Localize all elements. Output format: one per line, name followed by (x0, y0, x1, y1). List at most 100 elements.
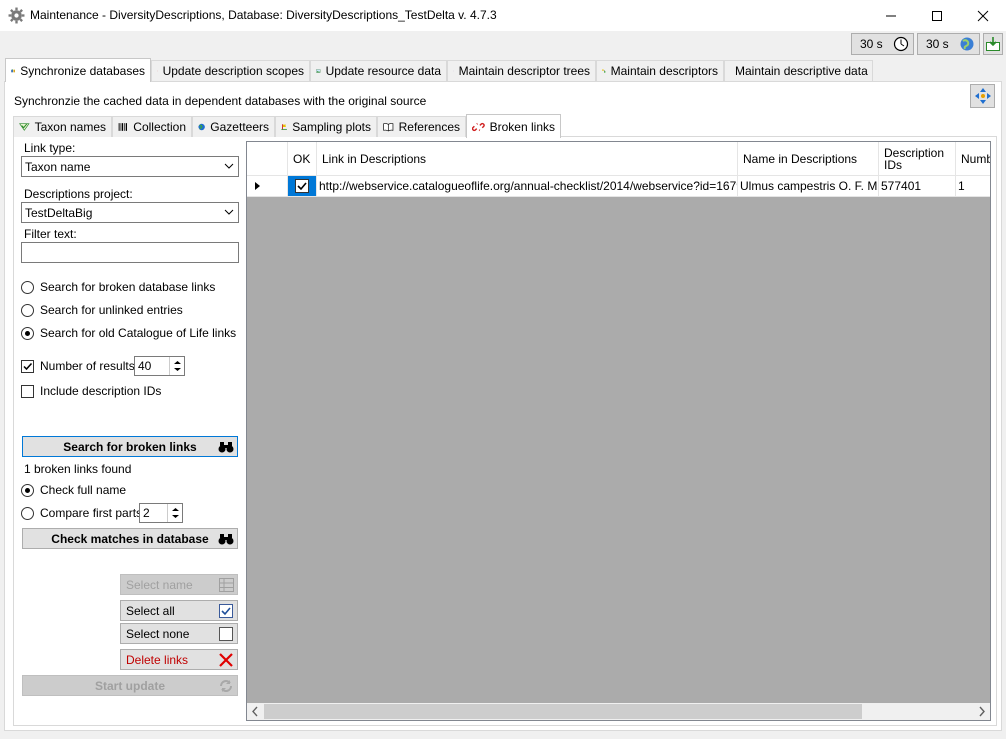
column-header-ids[interactable]: Description IDs (879, 142, 956, 176)
stepper-arrows-icon (172, 508, 179, 518)
svg-text:x: x (604, 70, 605, 72)
book-icon (383, 123, 394, 132)
checkbox-checked-icon (219, 604, 233, 618)
ok-checkbox-cell[interactable] (288, 176, 317, 197)
minimize-icon (886, 15, 896, 16)
tab-maintain-descriptor-trees[interactable]: Maintain descriptor trees (447, 60, 596, 81)
tab-collection[interactable]: Collection (112, 116, 192, 137)
chevron-right-icon (979, 706, 985, 717)
window-title: Maintenance - DiversityDescriptions, Dat… (30, 8, 497, 22)
close-icon (977, 10, 989, 21)
radio-broken-db-links[interactable]: Search for broken database links (21, 280, 215, 294)
row-pointer-icon (255, 182, 260, 190)
delete-links-button[interactable]: Delete links (120, 649, 238, 670)
column-header-ok[interactable]: OK (288, 142, 317, 176)
column-header-number[interactable]: Numb (956, 142, 990, 176)
title-bar: Maintenance - DiversityDescriptions, Dat… (0, 0, 1006, 31)
project-label: Descriptions project: (24, 187, 133, 201)
chevron-left-icon (252, 706, 258, 717)
table-cell-name[interactable]: Ulmus campestris O. F. Müll. (738, 176, 879, 197)
tab-references[interactable]: References (377, 116, 466, 137)
num-results-checkbox[interactable]: Number of results: (21, 359, 138, 373)
export-button[interactable] (983, 33, 1003, 55)
compare-parts-stepper[interactable]: 2 (139, 503, 183, 523)
table-cell-ids[interactable]: 577401 (879, 176, 956, 197)
tab-maintain-descriptors[interactable]: x Maintain descriptors (596, 60, 724, 81)
descriptor-icon: x (602, 69, 606, 73)
row-header-corner (247, 142, 288, 176)
timer-label: 30 s (860, 37, 883, 51)
check-matches-button[interactable]: Check matches in database (22, 528, 238, 549)
plot-icon (281, 124, 287, 130)
radio-button (21, 326, 34, 340)
search-broken-links-button[interactable]: Search for broken links (22, 436, 238, 457)
clock-icon (893, 36, 908, 52)
horizontal-scrollbar[interactable] (247, 703, 990, 720)
maximize-icon (932, 10, 942, 21)
radio-button (21, 303, 34, 317)
checkbox-checked-icon (295, 179, 309, 193)
move-button[interactable] (970, 84, 995, 108)
scrollbar-thumb[interactable] (264, 704, 862, 719)
table-cell-number[interactable]: 1 (956, 176, 990, 197)
radio-button (21, 280, 34, 294)
tab-maintain-descriptive-data[interactable]: Maintain descriptive data (724, 60, 873, 81)
broken-link-icon (472, 122, 485, 131)
binoculars-icon (218, 534, 234, 545)
panel-description: Synchronzie the cached data in dependent… (14, 94, 427, 108)
target-icon (157, 70, 158, 72)
num-results-stepper[interactable]: 40 (134, 356, 185, 376)
table-cell-link[interactable]: http://webservice.catalogueoflife.org/an… (317, 176, 738, 197)
filter-input[interactable] (21, 242, 239, 263)
barcode-icon (118, 123, 128, 131)
results-found-text: 1 broken links found (24, 462, 132, 476)
radio-compare-first-parts[interactable]: Compare first parts (21, 506, 142, 520)
broken-links-grid[interactable]: OK Link in Descriptions Name in Descript… (246, 141, 991, 721)
close-button[interactable] (960, 0, 1006, 31)
checkbox (21, 359, 34, 373)
chevron-down-icon (224, 163, 234, 169)
radio-button (21, 483, 34, 497)
tab-sampling-plots[interactable]: Sampling plots (275, 116, 377, 137)
globe-icon (198, 123, 205, 131)
table-icon (219, 578, 234, 592)
timer-button-1[interactable]: 30 s (851, 33, 914, 55)
column-header-name[interactable]: Name in Descriptions (738, 142, 879, 176)
select-none-button[interactable]: Select none (120, 623, 238, 644)
tab-taxon-names[interactable]: Taxon names (13, 116, 112, 137)
checkmark-icon (23, 362, 33, 370)
chevron-down-icon (224, 209, 234, 215)
checkbox (21, 384, 34, 398)
timer-label: 30 s (926, 37, 949, 51)
checkbox-empty-icon (219, 627, 233, 641)
minimize-button[interactable] (868, 0, 914, 31)
tab-synchronize-databases[interactable]: Synchronize databases (5, 58, 151, 82)
link-type-select[interactable]: Taxon name (21, 156, 239, 177)
radio-unlinked-entries[interactable]: Search for unlinked entries (21, 303, 183, 317)
stepper-arrows[interactable] (169, 357, 184, 375)
link-type-label: Link type: (24, 141, 76, 155)
refresh-icon (220, 680, 232, 692)
filter-label: Filter text: (24, 227, 77, 241)
sync-icon (11, 68, 15, 72)
select-all-button[interactable]: Select all (120, 600, 238, 621)
taxon-icon (19, 123, 30, 131)
include-ids-checkbox[interactable]: Include description IDs (21, 384, 161, 398)
move-arrows-icon (974, 88, 991, 104)
tab-broken-links[interactable]: Broken links (466, 114, 561, 138)
tab-update-description-scopes[interactable]: Update description scopes (151, 60, 310, 81)
gear-icon (8, 7, 25, 24)
tab-update-resource-data[interactable]: Update resource data (310, 60, 447, 81)
project-select[interactable]: TestDeltaBig (21, 202, 239, 223)
select-name-button[interactable]: Select name (120, 574, 238, 595)
stepper-arrows[interactable] (167, 504, 182, 522)
radio-check-full-name[interactable]: Check full name (21, 483, 126, 497)
timer-button-2[interactable]: 30 s (917, 33, 980, 55)
radio-old-col-links[interactable]: Search for old Catalogue of Life links (21, 326, 236, 340)
start-update-button[interactable]: Start update (22, 675, 238, 696)
row-header[interactable] (247, 176, 288, 197)
maximize-button[interactable] (914, 0, 960, 31)
column-header-link[interactable]: Link in Descriptions (317, 142, 738, 176)
tab-gazetteers[interactable]: Gazetteers (192, 116, 275, 137)
image-icon (316, 69, 321, 73)
